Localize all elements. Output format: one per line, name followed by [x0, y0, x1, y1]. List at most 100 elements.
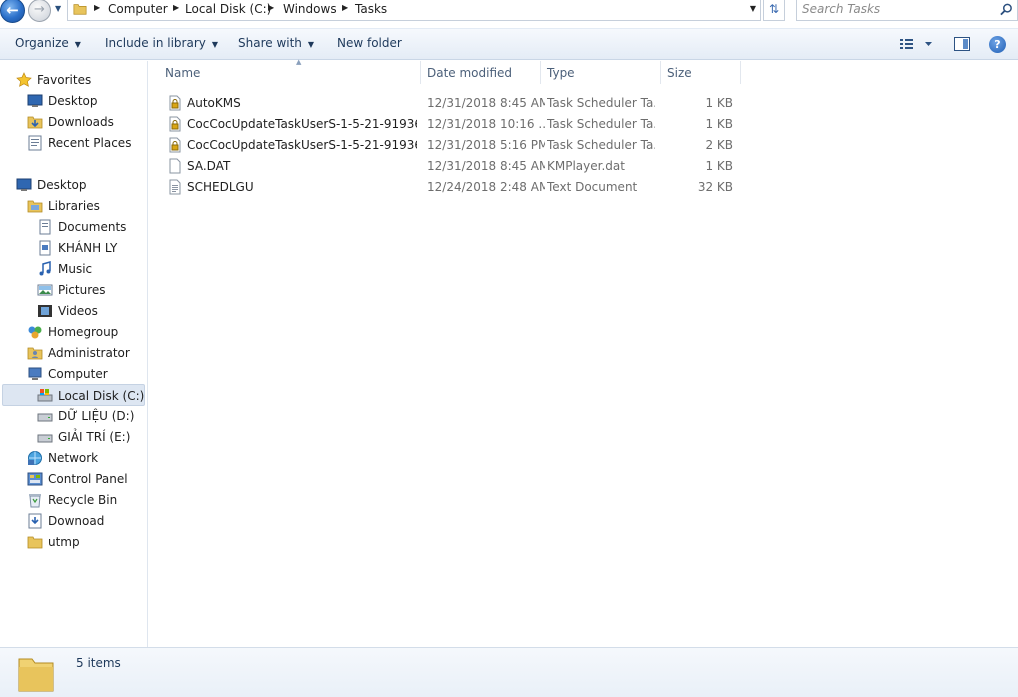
- nav-music-label: Music: [58, 262, 93, 276]
- share-with-button[interactable]: Share with ▼: [238, 36, 314, 50]
- refresh-icon: ⇅: [768, 2, 780, 16]
- nav-documents[interactable]: Documents: [37, 217, 147, 237]
- breadcrumb-tasks[interactable]: Tasks: [355, 2, 387, 16]
- nav-desktop-label: Desktop: [37, 178, 87, 192]
- file-row[interactable]: CocCocUpdateTaskUserS-1-5-21-919367... 12…: [165, 114, 745, 135]
- nav-libraries-label: Libraries: [48, 199, 100, 213]
- chevron-down-icon: ▼: [307, 40, 315, 49]
- help-icon[interactable]: ?: [989, 36, 1006, 53]
- include-in-library-button[interactable]: Include in library ▼: [105, 36, 218, 50]
- desktop-icon: [27, 94, 43, 107]
- file-row[interactable]: SA.DAT 12/31/2018 8:45 AM KMPlayer.dat 1 KB: [165, 156, 745, 177]
- file-row[interactable]: CocCocUpdateTaskUserS-1-5-21-919367... 12…: [165, 135, 745, 156]
- nav-khanh-ly[interactable]: KHÁNH LY: [37, 238, 147, 258]
- nav-downloads[interactable]: Downloads: [27, 112, 147, 132]
- nav-du-lieu[interactable]: DỮ LIỆU (D:): [37, 406, 147, 426]
- nav-local-disk[interactable]: Local Disk (C:): [2, 384, 145, 406]
- nav-khanh-ly-label: KHÁNH LY: [58, 241, 118, 255]
- task-lock-icon: [169, 116, 181, 132]
- preview-pane-icon[interactable]: [954, 37, 970, 51]
- nav-giai-tri[interactable]: GIẢI TRÍ (E:): [37, 427, 147, 447]
- column-header-name[interactable]: Name ▲: [159, 58, 421, 84]
- nav-music[interactable]: Music: [37, 259, 147, 279]
- search-icon[interactable]: [1000, 3, 1013, 16]
- file-list[interactable]: Name ▲ Date modified Type Size AutoKMS 12…: [149, 58, 1018, 647]
- file-type: KMPlayer.dat: [547, 159, 625, 173]
- column-date-label: Date modified: [427, 66, 513, 80]
- file-type: Task Scheduler Ta...: [547, 117, 655, 131]
- chevron-right-icon[interactable]: ▶: [268, 3, 274, 12]
- nav-fav-desktop[interactable]: Desktop: [27, 91, 147, 111]
- file-type: Task Scheduler Ta...: [547, 96, 655, 110]
- organize-button[interactable]: Organize ▼: [15, 36, 81, 50]
- file-date: 12/31/2018 8:45 AM: [427, 96, 545, 110]
- file-name: CocCocUpdateTaskUserS-1-5-21-919367...: [187, 117, 417, 131]
- nav-pictures-label: Pictures: [58, 283, 106, 297]
- new-folder-button[interactable]: New folder: [337, 36, 402, 50]
- nav-videos[interactable]: Videos: [37, 301, 147, 321]
- chevron-down-icon[interactable]: ▼: [750, 4, 756, 13]
- pictures-icon: [37, 284, 53, 296]
- nav-libraries[interactable]: Libraries: [27, 196, 147, 216]
- nav-administrator[interactable]: Administrator: [27, 343, 147, 363]
- nav-giai-tri-label: GIẢI TRÍ (E:): [58, 430, 131, 444]
- music-icon: [39, 261, 51, 276]
- nav-recent-places[interactable]: Recent Places: [27, 133, 147, 153]
- file-date: 12/24/2018 2:48 AM: [427, 180, 545, 194]
- file-name: SA.DAT: [187, 159, 231, 173]
- back-button[interactable]: ←: [0, 0, 25, 23]
- task-lock-icon: [169, 137, 181, 153]
- drive-icon: [37, 434, 53, 443]
- chevron-right-icon[interactable]: ▶: [173, 3, 179, 12]
- nav-computer[interactable]: Computer: [27, 364, 147, 384]
- file-name: SCHEDLGU: [187, 180, 254, 194]
- column-header-date[interactable]: Date modified: [421, 61, 541, 84]
- address-bar[interactable]: ▶ Computer ▶ Local Disk (C:) ▶ Windows ▶…: [67, 0, 761, 21]
- nav-homegroup-label: Homegroup: [48, 325, 119, 339]
- nav-homegroup[interactable]: Homegroup: [27, 322, 147, 342]
- file-size: 32 KB: [697, 180, 733, 194]
- nav-favorites[interactable]: Favorites: [16, 70, 146, 90]
- nav-download-folder-label: Downoad: [48, 514, 105, 528]
- command-bar: Organize ▼ Include in library ▼ Share with…: [0, 28, 1018, 60]
- nav-documents-label: Documents: [58, 220, 127, 234]
- file-row[interactable]: AutoKMS 12/31/2018 8:45 AM Task Scheduler …: [165, 93, 745, 114]
- breadcrumb-local-disk[interactable]: Local Disk (C:): [185, 2, 271, 16]
- drive-icon: [37, 413, 53, 422]
- breadcrumb-windows[interactable]: Windows: [283, 2, 337, 16]
- folder-icon: [18, 658, 54, 692]
- item-count: 5 items: [76, 656, 121, 670]
- breadcrumb-computer[interactable]: Computer: [108, 2, 168, 16]
- nav-desktop[interactable]: Desktop: [16, 175, 146, 195]
- nav-network[interactable]: Network: [27, 448, 147, 468]
- chevron-down-icon: ▼: [211, 40, 219, 49]
- search-input[interactable]: Search Tasks: [796, 0, 1018, 21]
- view-options-icon[interactable]: [899, 37, 935, 51]
- library-icon: [39, 240, 51, 256]
- nav-utmp[interactable]: utmp: [27, 532, 147, 552]
- forward-button[interactable]: →: [28, 0, 51, 22]
- download-icon: [28, 513, 42, 529]
- navigation-pane[interactable]: Favorites Desktop Downloads Recent Place…: [0, 61, 148, 647]
- nav-control-panel[interactable]: Control Panel: [27, 469, 147, 489]
- refresh-button[interactable]: ⇅: [763, 0, 785, 21]
- sort-ascending-icon: ▲: [296, 58, 302, 66]
- column-header-size[interactable]: Size: [661, 61, 741, 84]
- recent-pages-dropdown[interactable]: ▼: [55, 4, 65, 16]
- organize-label: Organize: [15, 36, 69, 50]
- search-placeholder: Search Tasks: [802, 2, 881, 16]
- nav-recycle-bin-label: Recycle Bin: [48, 493, 118, 507]
- nav-control-panel-label: Control Panel: [48, 472, 128, 486]
- file-size: 1 KB: [705, 96, 733, 110]
- text-file-icon: [169, 179, 181, 195]
- nav-download-folder[interactable]: Downoad: [27, 511, 147, 531]
- column-header-type[interactable]: Type: [541, 61, 661, 84]
- nav-pictures[interactable]: Pictures: [37, 280, 147, 300]
- file-row[interactable]: SCHEDLGU 12/24/2018 2:48 AM Text Document 3…: [165, 177, 745, 198]
- file-size: 1 KB: [705, 117, 733, 131]
- nav-recycle-bin[interactable]: Recycle Bin: [27, 490, 147, 510]
- file-date: 12/31/2018 5:16 PM: [427, 138, 545, 152]
- nav-favorites-label: Favorites: [37, 73, 92, 87]
- chevron-right-icon[interactable]: ▶: [342, 3, 348, 12]
- chevron-right-icon[interactable]: ▶: [94, 3, 100, 12]
